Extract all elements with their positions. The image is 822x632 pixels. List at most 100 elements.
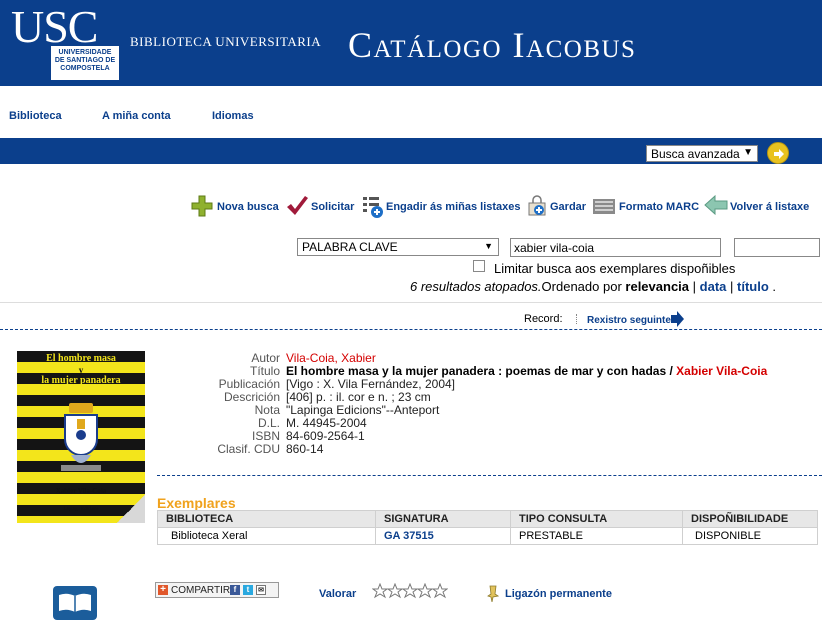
star-icon — [431, 583, 448, 599]
star-icon — [416, 583, 434, 599]
cdu-label: Clasif. CDU — [217, 442, 280, 456]
star-icon — [386, 583, 404, 599]
holdings-title: Exemplares — [157, 495, 236, 511]
record-label: Record: — [524, 313, 563, 325]
nav-biblioteca[interactable]: Biblioteca — [9, 110, 62, 122]
share-button[interactable]: + COMPARTIR f t ✉ — [155, 582, 279, 598]
page-curl — [117, 495, 145, 523]
pin-icon — [487, 585, 499, 602]
share-label: COMPARTIR — [171, 585, 231, 596]
secondary-search-input[interactable] — [734, 238, 820, 257]
holding-callnumber-link[interactable]: GA 37515 — [384, 530, 434, 542]
list-add-icon — [363, 197, 383, 218]
col-tipo-consulta: TIPO CONSULTA — [510, 510, 683, 528]
holdings-table: BIBLIOTECA SIGNATURA TIPO CONSULTA DISPO… — [157, 510, 818, 545]
cover-title-line1: El hombre masa — [46, 353, 116, 364]
email-icon[interactable]: ✉ — [256, 585, 266, 595]
logo-subtitle-box: UNIVERSIDADE DE SANTIAGO DE COMPOSTELA — [51, 46, 119, 80]
add-to-lists-label: Engadir ás miñas listaxes — [386, 201, 521, 213]
titulo-value: El hombre masa y la mujer panadera : poe… — [286, 364, 767, 378]
back-arrow-icon — [704, 194, 728, 216]
cover-author: Xabier Vila-Coia — [55, 487, 107, 495]
search-mode-value: Busca avanzada — [651, 147, 740, 161]
site-header: USC UNIVERSIDADE DE SANTIAGO DE COMPOSTE… — [0, 0, 822, 86]
results-count: 6 resultados atopados. — [410, 279, 542, 294]
marc-icon — [593, 199, 615, 214]
sort-tail: . — [772, 279, 777, 294]
sort-separator: | — [692, 279, 697, 294]
sort-current: relevancia — [625, 279, 690, 294]
rate-label: Valorar — [319, 588, 357, 600]
request-label: Solicitar — [311, 201, 355, 213]
back-to-list-label: Volver á listaxe — [730, 201, 810, 213]
autor-link[interactable]: Vila-Coia, Xabier — [286, 351, 376, 365]
col-disponibilidade: DISPOÑIBILIDADE — [682, 510, 818, 528]
arrow-right-icon — [774, 149, 784, 159]
sort-by-title-link[interactable]: título — [737, 279, 769, 294]
cover-title-line2: y — [78, 365, 84, 375]
col-biblioteca: BIBLIOTECA — [157, 510, 376, 528]
search-mode-select[interactable]: Busca avanzada ▼ — [646, 145, 758, 162]
holding-loan-type: PRESTABLE — [510, 527, 683, 545]
sort-by-date-link[interactable]: data — [700, 279, 727, 294]
search-field-select[interactable]: PALABRA CLAVE ▼ — [297, 238, 499, 256]
search-field-value: PALABRA CLAVE — [302, 240, 398, 254]
next-arrow-icon[interactable] — [670, 311, 684, 327]
book-cover[interactable]: El hombre masa y la mujer panadera Xabie… — [17, 351, 145, 523]
nota-value: "Lapinga Edicions"--Anteport — [286, 403, 440, 417]
add-to-lists-button[interactable]: Engadir ás miñas listaxes — [361, 194, 521, 220]
isbn-value: 84-609-2564-1 — [286, 429, 365, 443]
back-to-list-button[interactable]: Volver á listaxe — [704, 194, 814, 220]
save-label: Gardar — [550, 201, 587, 213]
open-book-icon[interactable] — [53, 586, 97, 620]
descricion-value: [406] p. : il. cor e n. ; 23 cm — [286, 390, 431, 404]
divider — [0, 302, 822, 303]
twitter-icon[interactable]: t — [243, 585, 253, 595]
marc-format-label: Formato MARC — [619, 201, 700, 213]
divider — [157, 475, 822, 476]
cover-title-line3: la mujer panadera — [41, 375, 121, 386]
titulo-text: El hombre masa y la mujer panadera : poe… — [286, 364, 673, 378]
nav-my-account[interactable]: A miña conta — [102, 110, 171, 122]
table-row: Biblioteca Xeral GA 37515 PRESTABLE DISP… — [157, 527, 818, 545]
titulo-author-link[interactable]: Xabier Vila-Coia — [676, 364, 767, 378]
library-name: BIBLIOTECA UNIVERSITARIA — [130, 34, 322, 49]
holding-library: Biblioteca Xeral — [157, 527, 376, 545]
save-button[interactable]: Gardar — [525, 194, 587, 220]
divider — [576, 314, 577, 324]
share-plus-icon: + — [158, 585, 168, 595]
rating-stars[interactable] — [372, 583, 448, 599]
limit-available-checkbox[interactable] — [473, 260, 485, 272]
publicacion-label: Publicación — [218, 377, 280, 391]
descricion-label: Descrición — [223, 390, 280, 404]
logo-subtitle: UNIVERSIDADE DE SANTIAGO DE COMPOSTELA — [54, 49, 116, 72]
request-button[interactable]: Solicitar — [285, 194, 355, 220]
go-button[interactable] — [767, 142, 789, 164]
save-bag-icon — [528, 195, 546, 216]
next-record-link[interactable]: Rexistro seguinte — [587, 315, 671, 326]
col-signatura: SIGNATURA — [375, 510, 511, 528]
permalink-link[interactable]: Ligazón permanente — [505, 588, 612, 600]
facebook-icon[interactable]: f — [230, 585, 240, 595]
limit-available-label: Limitar busca aos exemplares dispoñibles — [494, 261, 736, 276]
top-nav: Biblioteca A miña conta Idiomas — [0, 86, 822, 138]
holding-availability: DISPONIBLE — [682, 527, 818, 545]
usc-logo[interactable]: USC UNIVERSIDADE DE SANTIAGO DE COMPOSTE… — [11, 1, 119, 80]
nota-label: Nota — [254, 403, 280, 417]
dropdown-arrow-icon: ▼ — [484, 241, 493, 251]
checkmark-icon — [287, 196, 308, 215]
dl-value: M. 44945-2004 — [286, 416, 367, 430]
search-input[interactable] — [510, 238, 721, 257]
star-icon — [372, 583, 389, 599]
isbn-label: ISBN — [251, 429, 280, 443]
dl-label: D.L. — [257, 416, 280, 430]
sort-prefix: Ordenado por — [541, 279, 622, 294]
titulo-label: Título — [249, 364, 280, 378]
new-search-button[interactable]: Nova busca — [190, 194, 280, 220]
new-search-label: Nova busca — [217, 201, 279, 213]
autor-label: Autor — [251, 351, 280, 365]
marc-format-button[interactable]: Formato MARC — [592, 194, 700, 220]
catalog-title: Catálogo Iacobus — [348, 25, 637, 65]
nav-languages[interactable]: Idiomas — [212, 110, 254, 122]
publicacion-value: [Vigo : X. Vila Fernández, 2004] — [286, 377, 456, 391]
